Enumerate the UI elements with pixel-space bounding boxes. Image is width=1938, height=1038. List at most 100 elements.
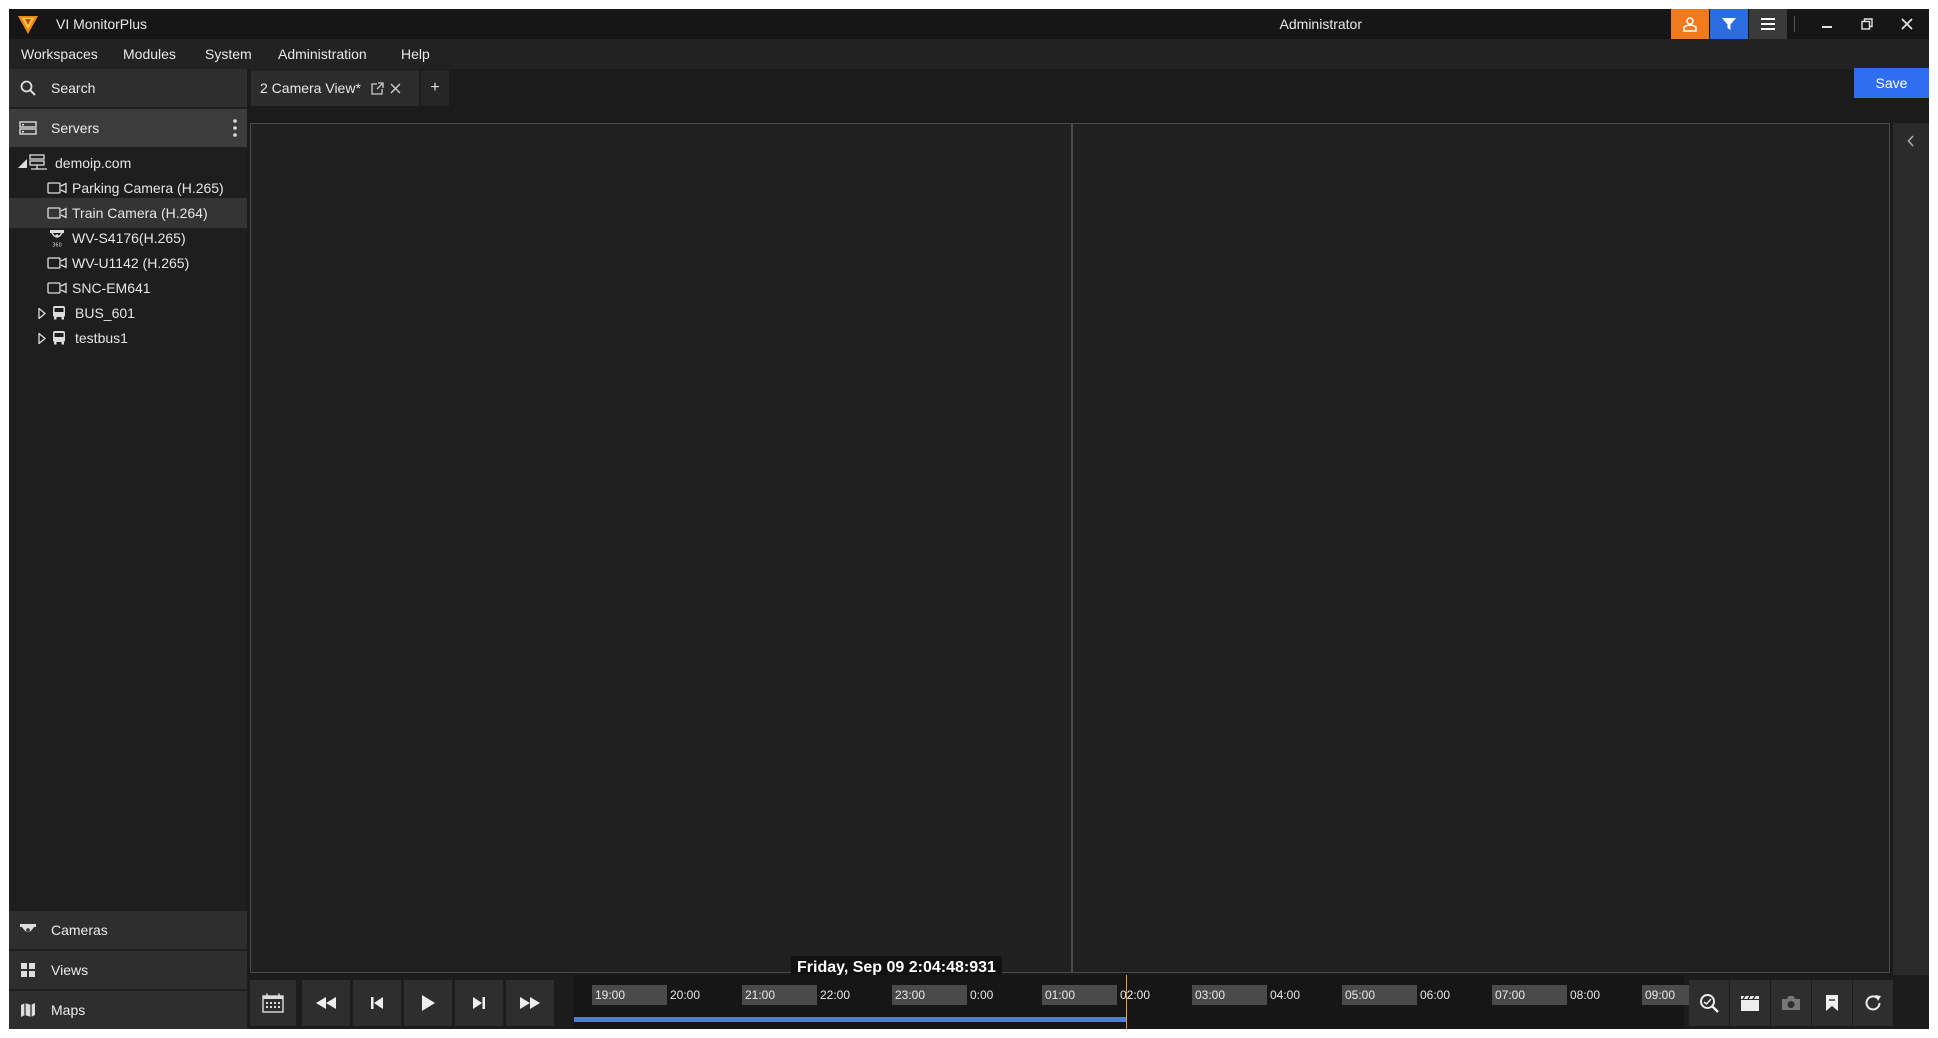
close-button[interactable] <box>1887 9 1927 39</box>
minimize-button[interactable] <box>1807 9 1847 39</box>
close-tab-icon[interactable] <box>390 83 401 94</box>
expand-arrow-icon[interactable] <box>37 307 47 319</box>
timeline-tick: 04:00 <box>1270 988 1301 1002</box>
fast-forward-button[interactable] <box>506 980 554 1026</box>
tree-item-label: BUS_601 <box>75 305 135 321</box>
left-sidebar: Search Servers demoip.com Parking Camera… <box>9 69 247 1029</box>
collapse-arrow-icon[interactable] <box>17 157 27 169</box>
refresh-button[interactable] <box>1853 980 1893 1026</box>
tree-item-label: testbus1 <box>75 330 128 346</box>
play-icon <box>422 995 435 1011</box>
timeline-tick: 21:00 <box>742 985 817 1005</box>
minimize-icon <box>1822 26 1832 28</box>
title-bar: VI MonitorPlus Administrator <box>9 9 1929 39</box>
timeline-tick: 03:00 <box>1192 985 1267 1005</box>
timeline-tick: 08:00 <box>1570 988 1601 1002</box>
timeline-tick: 20:00 <box>670 988 701 1002</box>
tree-item-label: WV-U1142 (H.265) <box>72 255 190 271</box>
restore-button[interactable] <box>1847 9 1887 39</box>
playhead-cursor[interactable] <box>1126 975 1127 1029</box>
tree-item-label: Parking Camera (H.265) <box>72 180 224 196</box>
user-profile-button[interactable] <box>1671 9 1709 39</box>
export-clip-button[interactable] <box>1730 980 1770 1026</box>
views-section[interactable]: Views <box>9 951 247 989</box>
tree-item-label: WV-S4176(H.265) <box>72 230 186 246</box>
tab-2-camera-view[interactable]: 2 Camera View* <box>251 70 419 106</box>
next-frame-button[interactable] <box>455 980 503 1026</box>
servers-section-header[interactable]: Servers <box>9 109 247 147</box>
chevron-left-icon[interactable] <box>1907 135 1915 147</box>
menu-modules[interactable]: Modules <box>123 46 176 62</box>
maps-section[interactable]: Maps <box>9 991 247 1029</box>
bookmark-button[interactable] <box>1812 980 1852 1026</box>
restore-icon <box>1861 18 1873 30</box>
play-button[interactable] <box>404 980 452 1026</box>
menu-administration[interactable]: Administration <box>278 46 367 62</box>
clapperboard-icon <box>1741 995 1759 1011</box>
tree-item-label: SNC-EM641 <box>72 280 151 296</box>
server-icon <box>29 154 49 171</box>
close-icon <box>1901 18 1913 30</box>
servers-label: Servers <box>51 120 100 136</box>
hamburger-icon <box>1761 18 1775 30</box>
menu-bar: Workspaces Modules System Administration… <box>9 39 1929 69</box>
kebab-menu-icon[interactable] <box>233 118 237 138</box>
snapshot-button[interactable] <box>1771 980 1811 1026</box>
filter-icon <box>1722 18 1736 30</box>
cameras-label: Cameras <box>51 922 108 938</box>
timeline-tick: 05:00 <box>1342 985 1417 1005</box>
skip-previous-icon <box>371 997 383 1009</box>
camera-snapshot-icon <box>1782 996 1800 1010</box>
grid-icon <box>19 961 37 979</box>
right-panel-rail <box>1893 123 1929 1029</box>
cameras-section[interactable]: Cameras <box>9 911 247 949</box>
expand-arrow-icon[interactable] <box>37 332 47 344</box>
camera-pane-2[interactable] <box>1073 124 1889 972</box>
titlebar-divider <box>1794 16 1795 32</box>
camera-pane-1[interactable] <box>251 124 1071 972</box>
tree-item-label: Train Camera (H.264) <box>72 205 208 221</box>
camera-icon <box>47 255 67 271</box>
menu-help[interactable]: Help <box>401 46 430 62</box>
hamburger-menu-button[interactable] <box>1749 9 1787 39</box>
timeline-tick: 01:00 <box>1042 985 1117 1005</box>
rewind-icon <box>316 997 336 1009</box>
popout-icon[interactable] <box>371 81 384 95</box>
servers-icon <box>19 119 37 137</box>
add-tab-button[interactable]: + <box>421 70 449 106</box>
views-label: Views <box>51 962 89 978</box>
app-title: VI MonitorPlus <box>56 16 148 32</box>
camera-icon <box>47 205 67 221</box>
timeline-tick: 07:00 <box>1492 985 1567 1005</box>
timeline-tick: 23:00 <box>892 985 967 1005</box>
app-logo-icon <box>18 16 38 34</box>
timeline-scrubber[interactable]: 19:00 20:00 21:00 22:00 23:00 0:00 01:00 02:00 0… <box>574 975 1717 1029</box>
search-playback-button[interactable] <box>1689 980 1729 1026</box>
tab-strip: 2 Camera View* + Save <box>247 68 1929 107</box>
rewind-button[interactable] <box>302 980 350 1026</box>
timeline-tick: 19:00 <box>592 985 667 1005</box>
app-window: VI MonitorPlus Administrator Workspaces … <box>9 9 1929 1029</box>
maps-label: Maps <box>51 1002 86 1018</box>
calendar-icon <box>262 993 284 1013</box>
skip-next-icon <box>473 997 485 1009</box>
menu-workspaces[interactable]: Workspaces <box>21 46 98 62</box>
search-icon <box>19 79 37 97</box>
timeline-tick: 06:00 <box>1420 988 1451 1002</box>
filter-button[interactable] <box>1710 9 1748 39</box>
camera-icon <box>47 280 67 296</box>
menu-system[interactable]: System <box>205 46 252 62</box>
tab-label: 2 Camera View* <box>260 80 361 96</box>
calendar-button[interactable] <box>250 980 296 1026</box>
refresh-icon <box>1865 995 1881 1011</box>
save-button[interactable]: Save <box>1854 68 1929 98</box>
current-user[interactable]: Administrator <box>1280 16 1362 32</box>
timeline-tick: 22:00 <box>820 988 851 1002</box>
tree-bus-testbus1[interactable]: testbus1 <box>9 323 247 353</box>
tree-item-label: demoip.com <box>55 155 132 171</box>
user-icon <box>1683 17 1697 32</box>
previous-frame-button[interactable] <box>353 980 401 1026</box>
timeline-tick: 02:00 <box>1120 988 1151 1002</box>
search-section[interactable]: Search <box>9 69 247 107</box>
camera-icon <box>47 180 67 196</box>
